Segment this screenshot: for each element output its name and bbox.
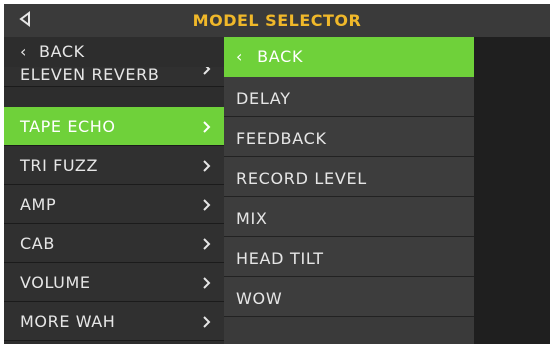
param-item-label: RECORD LEVEL [236, 169, 367, 188]
left-back-button[interactable]: ‹ BACK [4, 37, 224, 67]
menu-item-cab[interactable]: CAB [4, 224, 224, 263]
right-back-text: BACK [257, 47, 304, 66]
menu-item-amp[interactable]: AMP [4, 185, 224, 224]
menu-item-eleven-reverb[interactable]: ELEVEN REVERB [4, 67, 224, 87]
menu-item-volume[interactable]: VOLUME [4, 263, 224, 302]
param-item-delay[interactable]: DELAY [224, 77, 474, 117]
chevron-right-icon [202, 276, 212, 290]
menu-item-label: TRI FUZZ [20, 156, 99, 175]
param-item-label: FEEDBACK [236, 129, 327, 148]
menu-item-label: TAPE ECHO [20, 117, 116, 136]
param-item-record-level[interactable]: RECORD LEVEL [224, 157, 474, 197]
menu-item-more-wah[interactable]: MORE WAH [4, 302, 224, 341]
menu-item-label: MORE WAH [20, 312, 116, 331]
param-item-label: HEAD TILT [236, 249, 324, 268]
param-item-label: WOW [236, 289, 283, 308]
chevron-right-icon [202, 315, 212, 329]
empty-panel [474, 37, 550, 344]
left-back-label: ‹ BACK [20, 37, 85, 67]
right-back-label: ‹ BACK [236, 37, 303, 77]
menu-item-label: VOLUME [20, 273, 91, 292]
param-item-wow[interactable]: WOW [224, 277, 474, 317]
menu-item-label: AMP [20, 195, 57, 214]
page-title: MODEL SELECTOR [192, 11, 362, 30]
chevron-right-icon [202, 198, 212, 212]
parameter-menu: ‹ BACK DELAY FEEDBACK RECORD LEVEL MIX HE… [224, 37, 474, 344]
param-item-label: DELAY [236, 89, 291, 108]
menu-item-label: ELEVEN REVERB [20, 67, 160, 84]
chevron-right-icon [202, 120, 212, 134]
chevron-left-icon: ‹ [236, 47, 244, 66]
menu-item-label: CAB [20, 234, 55, 253]
chevron-right-icon [202, 67, 212, 76]
menu-item-tri-fuzz[interactable]: TRI FUZZ [4, 146, 224, 185]
param-item-mix[interactable]: MIX [224, 197, 474, 237]
param-item-feedback[interactable]: FEEDBACK [224, 117, 474, 157]
param-item-label: MIX [236, 209, 268, 228]
param-item-head-tilt[interactable]: HEAD TILT [224, 237, 474, 277]
device-screen: MODEL SELECTOR ‹ BACK ELEVEN REVERB TAPE … [4, 4, 550, 344]
left-back-text: BACK [39, 42, 85, 61]
menu-item-tape-echo[interactable]: TAPE ECHO [4, 107, 224, 146]
chevron-right-icon [202, 237, 212, 251]
header-bar: MODEL SELECTOR [4, 4, 550, 38]
chevron-left-icon: ‹ [20, 42, 27, 61]
right-back-button[interactable]: ‹ BACK [224, 37, 474, 77]
left-menu: ‹ BACK ELEVEN REVERB TAPE ECHO TRI FUZZ A… [4, 37, 224, 344]
chevron-right-icon [202, 159, 212, 173]
